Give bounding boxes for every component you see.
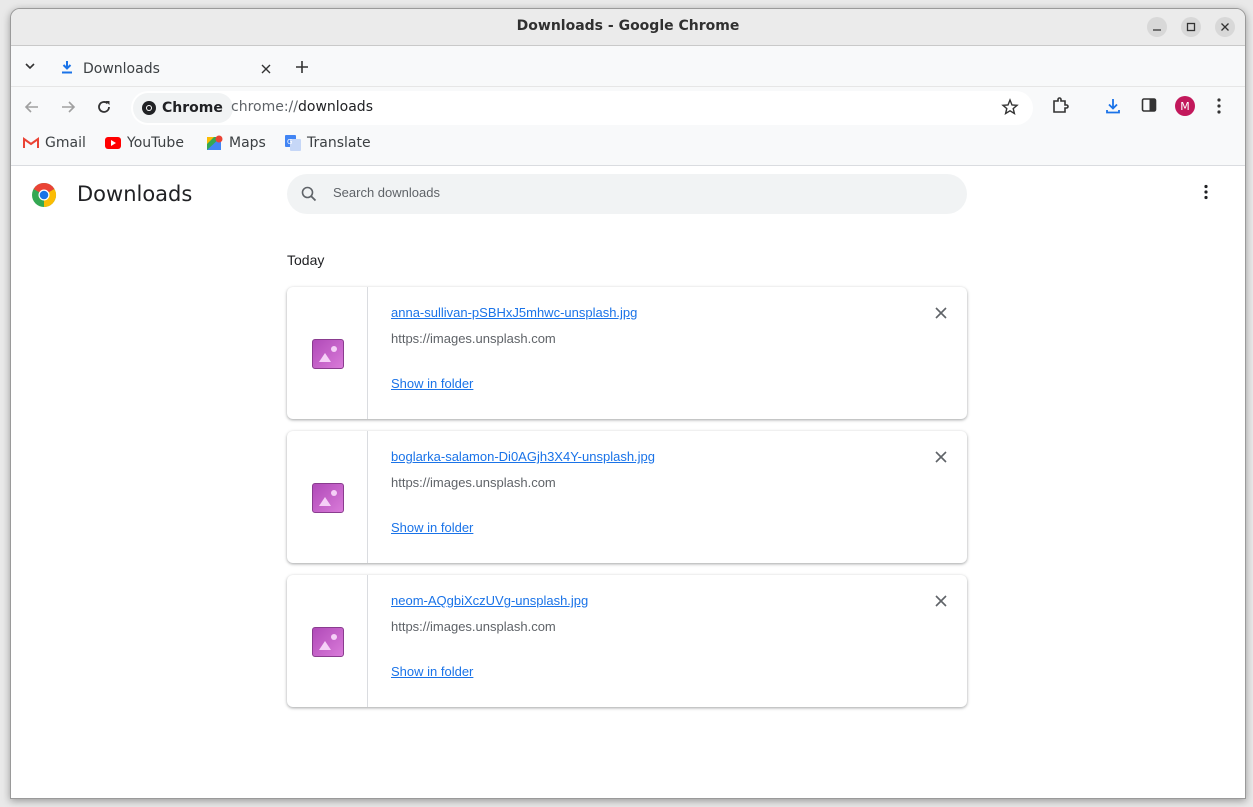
back-icon[interactable] xyxy=(23,98,41,116)
forward-icon[interactable] xyxy=(59,98,77,116)
close-icon xyxy=(1221,23,1229,31)
file-icon-column xyxy=(287,575,368,707)
bookmarks-bar: Gmail YouTube Maps G Translate xyxy=(11,127,1245,166)
title-bar: Downloads - Google Chrome xyxy=(11,9,1245,46)
tab-search-chevron-icon[interactable] xyxy=(21,58,39,74)
browser-window: Downloads - Google Chrome Downloads Chro… xyxy=(10,8,1246,799)
maps-icon xyxy=(207,135,223,150)
bookmark-gmail[interactable]: Gmail xyxy=(23,135,86,151)
bookmark-label: Translate xyxy=(307,135,371,151)
toolbar: Chrome chrome://downloads M xyxy=(11,87,1245,127)
svg-text:G: G xyxy=(287,138,292,146)
close-window-button[interactable] xyxy=(1215,17,1235,37)
profile-avatar[interactable]: M xyxy=(1175,96,1195,116)
gmail-icon xyxy=(23,137,39,148)
image-file-icon xyxy=(312,627,344,657)
window-title: Downloads - Google Chrome xyxy=(516,18,740,34)
download-item: anna-sullivan-pSBHxJ5mhwc-unsplash.jpg h… xyxy=(287,287,967,419)
site-info-chip[interactable]: Chrome xyxy=(133,93,233,123)
download-item: boglarka-salamon-Di0AGjh3X4Y-unsplash.jp… xyxy=(287,431,967,563)
reload-icon[interactable] xyxy=(95,98,113,116)
search-input[interactable] xyxy=(331,184,935,201)
remove-download-icon[interactable] xyxy=(933,305,949,321)
chrome-menu-icon[interactable] xyxy=(1216,97,1222,115)
downloads-page: Downloads Today anna-sullivan-pSBHxJ5mhw… xyxy=(11,166,1245,797)
extensions-icon[interactable] xyxy=(1051,97,1069,115)
new-tab-icon[interactable] xyxy=(294,59,310,75)
tab-label: Downloads xyxy=(83,61,160,77)
download-icon xyxy=(62,61,72,74)
bookmark-label: Maps xyxy=(229,135,266,151)
bookmark-label: YouTube xyxy=(127,135,184,151)
bookmark-translate[interactable]: G Translate xyxy=(285,135,371,151)
search-downloads[interactable] xyxy=(287,174,967,214)
maximize-icon xyxy=(1186,22,1196,32)
show-in-folder-link[interactable]: Show in folder xyxy=(391,664,473,679)
tab-close-icon[interactable] xyxy=(259,62,273,76)
remove-download-icon[interactable] xyxy=(933,593,949,609)
download-filename-link[interactable]: neom-AQgbiXczUVg-unsplash.jpg xyxy=(391,593,588,608)
maximize-button[interactable] xyxy=(1181,17,1201,37)
tab-downloads[interactable]: Downloads xyxy=(51,50,283,86)
chrome-logo-icon xyxy=(142,101,156,115)
url-path: downloads xyxy=(298,99,373,115)
download-source-url: https://images.unsplash.com xyxy=(391,475,556,490)
bookmark-maps[interactable]: Maps xyxy=(207,135,266,151)
download-filename-link[interactable]: anna-sullivan-pSBHxJ5mhwc-unsplash.jpg xyxy=(391,305,637,320)
image-file-icon xyxy=(312,339,344,369)
site-chip-label: Chrome xyxy=(162,100,223,116)
show-in-folder-link[interactable]: Show in folder xyxy=(391,376,473,391)
more-actions-icon[interactable] xyxy=(1203,184,1209,200)
download-source-url: https://images.unsplash.com xyxy=(391,331,556,346)
side-panel-icon[interactable] xyxy=(1141,97,1157,113)
page-title: Downloads xyxy=(77,182,193,206)
url-scheme: chrome:// xyxy=(231,99,298,115)
download-source-url: https://images.unsplash.com xyxy=(391,619,556,634)
minimize-icon xyxy=(1153,29,1161,31)
bookmark-label: Gmail xyxy=(45,135,86,151)
chrome-logo-icon xyxy=(32,182,57,207)
translate-icon: G xyxy=(285,135,301,151)
url-text: chrome://downloads xyxy=(231,99,373,115)
remove-download-icon[interactable] xyxy=(933,449,949,465)
file-icon-column xyxy=(287,431,368,563)
search-icon xyxy=(301,186,317,202)
address-bar[interactable]: Chrome chrome://downloads xyxy=(131,91,1033,125)
youtube-icon xyxy=(105,137,121,149)
download-filename-link[interactable]: boglarka-salamon-Di0AGjh3X4Y-unsplash.jp… xyxy=(391,449,655,464)
image-file-icon xyxy=(312,483,344,513)
downloads-toolbar-icon[interactable] xyxy=(1104,97,1122,115)
bookmark-youtube[interactable]: YouTube xyxy=(105,135,184,151)
download-item: neom-AQgbiXczUVg-unsplash.jpg https://im… xyxy=(287,575,967,707)
tab-strip: Downloads xyxy=(11,46,1245,87)
date-section-header: Today xyxy=(287,252,325,268)
show-in-folder-link[interactable]: Show in folder xyxy=(391,520,473,535)
minimize-button[interactable] xyxy=(1147,17,1167,37)
file-icon-column xyxy=(287,287,368,419)
bookmark-star-icon[interactable] xyxy=(1001,98,1019,116)
